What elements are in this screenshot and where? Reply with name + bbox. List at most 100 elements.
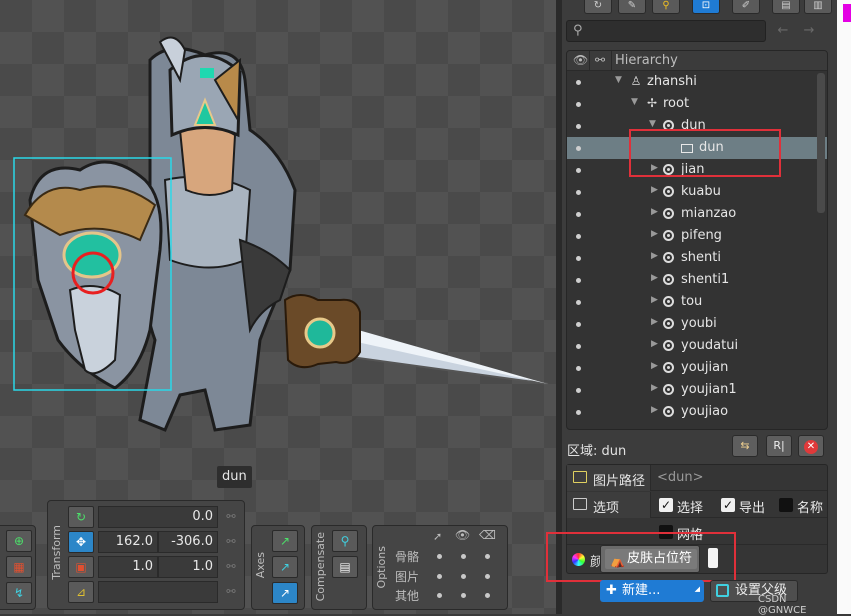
visibility-dot[interactable]: [576, 124, 581, 129]
option-toggle[interactable]: [485, 574, 490, 579]
shear-field[interactable]: [98, 581, 218, 603]
translate-x-field[interactable]: 162.0: [98, 531, 158, 553]
scale-y-field[interactable]: 1.0: [158, 556, 218, 578]
tree-row[interactable]: ▶ youjiao: [567, 401, 827, 423]
visibility-dot[interactable]: [576, 344, 581, 349]
tree-label: youbi: [681, 316, 717, 331]
tree-row[interactable]: ▶ youjian1: [567, 379, 827, 401]
expand-arrow-icon[interactable]: ▶: [651, 361, 658, 371]
tree-row-skeleton[interactable]: ▼ ♙ zhanshi: [567, 71, 827, 93]
tool-panel-left: ⊕ ▦ ↯: [0, 525, 36, 610]
expand-arrow-icon[interactable]: ▶: [651, 229, 658, 239]
next-icon[interactable]: →: [800, 22, 818, 40]
compensate-images-icon[interactable]: ▤: [332, 556, 358, 578]
character-artwork: [13, 36, 549, 432]
grid-tool-icon[interactable]: ▦: [6, 556, 32, 578]
select-checkbox[interactable]: ✓: [659, 498, 673, 512]
tree-row[interactable]: ▶ kuabu: [567, 181, 827, 203]
expand-arrow-icon[interactable]: ▶: [651, 383, 658, 393]
tree-row[interactable]: ▶ shenti1: [567, 269, 827, 291]
axes-local-icon[interactable]: ↗: [272, 530, 298, 552]
pin-icon[interactable]: ⚲: [652, 0, 680, 14]
visibility-dot[interactable]: [576, 146, 581, 151]
tree-row[interactable]: ▶ youbi: [567, 313, 827, 335]
pose-tool-icon[interactable]: ↯: [6, 582, 32, 604]
new-button[interactable]: ✚ 新建... ◢: [600, 580, 704, 602]
visibility-dot[interactable]: [576, 234, 581, 239]
copy-icon[interactable]: ▤: [772, 0, 800, 14]
option-toggle[interactable]: [437, 593, 442, 598]
visibility-dot[interactable]: [576, 80, 581, 85]
pen-icon[interactable]: ✎: [618, 0, 646, 14]
collapse-arrow-icon[interactable]: ▼: [631, 97, 638, 107]
visibility-dot[interactable]: [576, 300, 581, 305]
select-label: 选择: [677, 501, 704, 516]
refresh-icon[interactable]: ↻: [584, 0, 612, 14]
paste-icon[interactable]: ▥: [804, 0, 832, 14]
tree-row[interactable]: ▶ youjian: [567, 357, 827, 379]
collapse-arrow-icon[interactable]: ▼: [649, 119, 656, 129]
visibility-dot[interactable]: [576, 388, 581, 393]
shear-icon[interactable]: ⊿: [68, 581, 94, 603]
visibility-dot[interactable]: [576, 256, 581, 261]
expand-arrow-icon[interactable]: ▶: [651, 185, 658, 195]
option-toggle[interactable]: [437, 554, 442, 559]
visibility-dot[interactable]: [576, 212, 581, 217]
visibility-dot[interactable]: [576, 278, 581, 283]
brush-icon[interactable]: ✐: [732, 0, 760, 14]
hierarchy-scrollbar[interactable]: [817, 73, 825, 213]
select-mode-icon[interactable]: ⊡: [692, 0, 720, 14]
rename-icon[interactable]: R|: [766, 435, 792, 457]
rotate-icon[interactable]: ↻: [68, 506, 94, 528]
axes-parent-icon[interactable]: ↗: [272, 556, 298, 578]
previous-icon[interactable]: ←: [774, 22, 792, 40]
expand-arrow-icon[interactable]: ▶: [651, 295, 658, 305]
option-toggle[interactable]: [485, 554, 490, 559]
expand-arrow-icon[interactable]: ▶: [651, 317, 658, 327]
tree-row[interactable]: ▶ shenti: [567, 247, 827, 269]
tree-row-root[interactable]: ▼ ✢ root: [567, 93, 827, 115]
transform-title: Transform: [50, 525, 63, 580]
option-toggle[interactable]: [485, 593, 490, 598]
link-icon[interactable]: ⚯: [224, 535, 238, 549]
tree-row[interactable]: ▶ mianzao: [567, 203, 827, 225]
tree-row[interactable]: ▶ youdatui: [567, 335, 827, 357]
compensate-bones-icon[interactable]: ⚲: [332, 530, 358, 552]
link-icon[interactable]: ⚯: [224, 560, 238, 574]
target-icon[interactable]: ⊕: [6, 530, 32, 552]
visibility-dot[interactable]: [576, 322, 581, 327]
tree-row[interactable]: ▶ tou: [567, 291, 827, 313]
axes-world-icon[interactable]: ↗: [272, 582, 298, 604]
scale-x-field[interactable]: 1.0: [98, 556, 158, 578]
option-toggle[interactable]: [461, 554, 466, 559]
collapse-arrow-icon[interactable]: ▼: [615, 75, 622, 85]
expand-arrow-icon[interactable]: ▶: [651, 273, 658, 283]
viewport-canvas[interactable]: dun ⊕ ▦ ↯ Transform ↻ 0.0 ⚯ ✥ 162.0 -306…: [0, 0, 556, 614]
search-input[interactable]: ⚲: [566, 20, 766, 42]
expand-arrow-icon[interactable]: ▶: [651, 405, 658, 415]
translate-icon[interactable]: ✥: [68, 531, 94, 553]
option-toggle[interactable]: [437, 574, 442, 579]
export-checkbox[interactable]: ✓: [721, 498, 735, 512]
replace-image-icon[interactable]: ⇆: [732, 435, 758, 457]
link-icon[interactable]: ⚯: [224, 585, 238, 599]
expand-arrow-icon[interactable]: ▶: [651, 339, 658, 349]
expand-arrow-icon[interactable]: ▶: [651, 207, 658, 217]
scale-icon[interactable]: ▣: [68, 556, 94, 578]
visibility-dot[interactable]: [576, 168, 581, 173]
link-icon[interactable]: ⚯: [224, 510, 238, 524]
visibility-icon: 👁: [573, 53, 589, 67]
option-toggle[interactable]: [461, 593, 466, 598]
visibility-dot[interactable]: [576, 410, 581, 415]
delete-icon[interactable]: ✕: [798, 435, 824, 457]
image-path-value[interactable]: <dun>: [657, 470, 704, 485]
rotate-field[interactable]: 0.0: [98, 506, 218, 528]
visibility-dot[interactable]: [576, 102, 581, 107]
name-checkbox[interactable]: [779, 498, 793, 512]
expand-arrow-icon[interactable]: ▶: [651, 251, 658, 261]
visibility-dot[interactable]: [576, 190, 581, 195]
visibility-dot[interactable]: [576, 366, 581, 371]
translate-y-field[interactable]: -306.0: [158, 531, 218, 553]
option-toggle[interactable]: [461, 574, 466, 579]
tree-row[interactable]: ▶ pifeng: [567, 225, 827, 247]
